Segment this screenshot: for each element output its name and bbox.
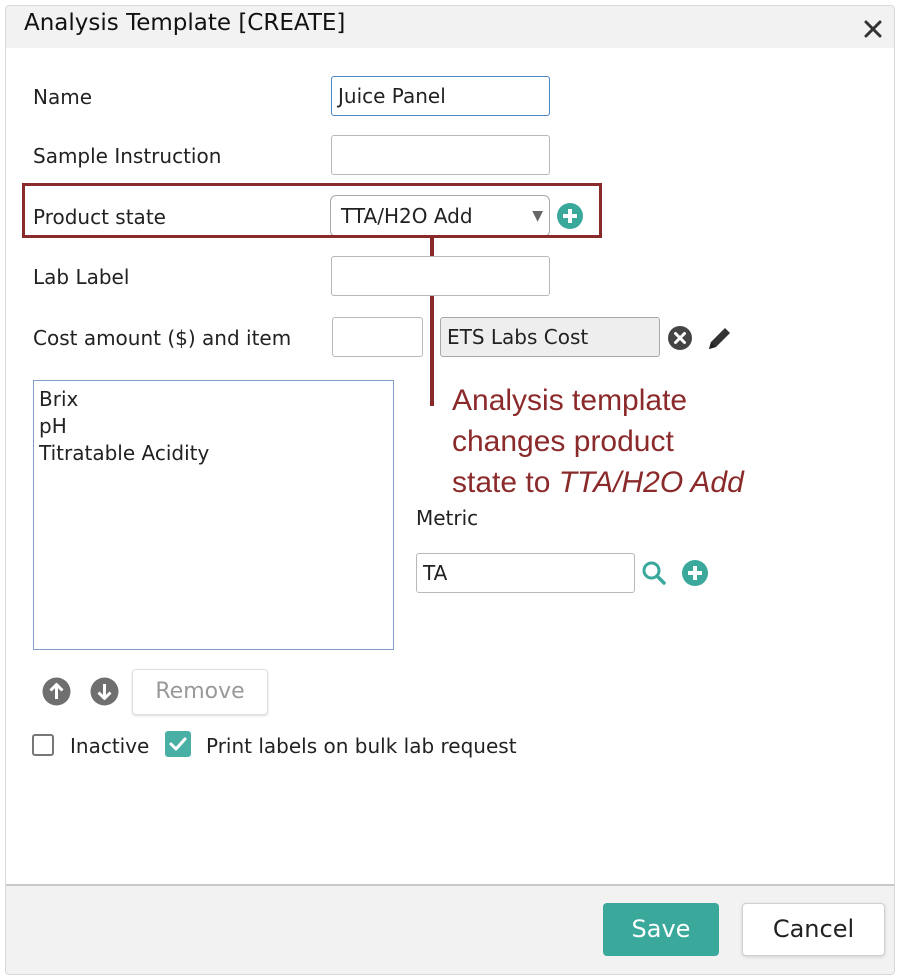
list-item[interactable]: Titratable Acidity bbox=[39, 440, 388, 467]
annotation-line-2: changes product bbox=[452, 425, 674, 458]
add-metric-icon[interactable] bbox=[682, 560, 708, 586]
remove-button[interactable]: Remove bbox=[132, 669, 268, 715]
list-item[interactable]: pH bbox=[39, 413, 388, 440]
print-labels-checkbox[interactable] bbox=[165, 731, 191, 757]
search-icon[interactable] bbox=[641, 560, 667, 586]
dialog-title: Analysis Template [CREATE] bbox=[24, 10, 346, 36]
save-button[interactable]: Save bbox=[603, 903, 719, 956]
annotation-line-3: state to TTA/H2O Add bbox=[452, 462, 792, 503]
sample-instruction-input[interactable] bbox=[331, 135, 550, 175]
close-icon[interactable] bbox=[862, 18, 884, 40]
cost-amount-input[interactable] bbox=[332, 317, 423, 357]
footer-divider bbox=[6, 884, 894, 886]
cost-item-field[interactable]: ETS Labs Cost bbox=[440, 317, 660, 357]
name-input[interactable]: Juice Panel bbox=[331, 76, 550, 116]
metrics-listbox[interactable]: Brix pH Titratable Acidity bbox=[33, 380, 394, 650]
print-labels-label: Print labels on bulk lab request bbox=[206, 734, 517, 758]
move-down-icon[interactable] bbox=[90, 677, 119, 706]
annotation-line-3-prefix: state to bbox=[452, 466, 559, 499]
cost-label: Cost amount ($) and item bbox=[33, 326, 292, 350]
annotation-callout: Analysis template changes product state … bbox=[452, 380, 792, 503]
inactive-checkbox[interactable] bbox=[32, 734, 54, 756]
lab-label-input[interactable] bbox=[331, 256, 550, 296]
metric-label: Metric bbox=[416, 506, 479, 530]
cancel-button[interactable]: Cancel bbox=[742, 903, 885, 956]
edit-pencil-icon[interactable] bbox=[706, 324, 734, 352]
sample-instruction-label: Sample Instruction bbox=[33, 144, 222, 168]
lab-label-label: Lab Label bbox=[33, 265, 130, 289]
product-state-highlight bbox=[22, 183, 602, 238]
clear-cost-item-icon[interactable] bbox=[667, 325, 693, 351]
list-item[interactable]: Brix bbox=[39, 386, 388, 413]
annotation-line-3-emph: TTA/H2O Add bbox=[558, 466, 744, 499]
checkmark-icon bbox=[169, 737, 187, 751]
metric-input[interactable]: TA bbox=[416, 553, 635, 593]
move-up-icon[interactable] bbox=[42, 677, 71, 706]
name-label: Name bbox=[33, 85, 93, 109]
annotation-line-1: Analysis template bbox=[452, 384, 688, 417]
inactive-label: Inactive bbox=[70, 734, 150, 758]
